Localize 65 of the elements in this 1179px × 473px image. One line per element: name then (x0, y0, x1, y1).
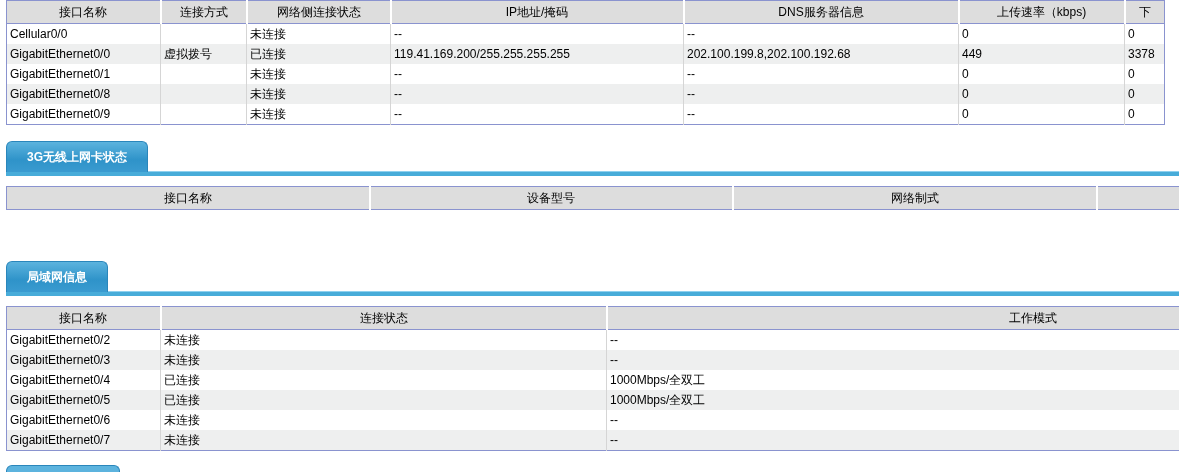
table-cell: 未连接 (246, 64, 391, 84)
table-cell: 0 (958, 64, 1125, 84)
table-cell: 已连接 (160, 370, 607, 390)
table-cell: 3378 (1124, 44, 1165, 64)
table-cell: 未连接 (160, 430, 607, 451)
table-cell: 202.100.199.8,202.100.192.68 (683, 44, 959, 64)
table-cell: GigabitEthernet0/1 (6, 64, 161, 84)
table-cell: 0 (1124, 64, 1165, 84)
table-cell: GigabitEthernet0/9 (6, 104, 161, 125)
column-header: IP地址/掩码 (390, 0, 684, 24)
column-header: 接口名称 (6, 186, 370, 210)
table-cell: GigabitEthernet0/7 (6, 430, 161, 451)
table-cell: -- (683, 23, 959, 44)
table-cell: 未连接 (246, 104, 391, 125)
column-header: DNS服务器信息 (683, 0, 959, 24)
table-cell: 已连接 (246, 44, 391, 64)
table-cell: -- (606, 410, 1179, 430)
table-cell: -- (606, 430, 1179, 451)
table-cell: -- (390, 23, 684, 44)
table-cell: GigabitEthernet0/0 (6, 44, 161, 64)
table-cell: -- (390, 84, 684, 104)
column-header: 连接状态 (160, 306, 607, 330)
table-cell: -- (390, 64, 684, 84)
table-cell: 未连接 (160, 350, 607, 370)
table-cell: 0 (1124, 104, 1165, 125)
table-cell: -- (390, 104, 684, 125)
table-cell: 0 (1124, 84, 1165, 104)
section-tab[interactable] (6, 465, 120, 472)
table-cell: -- (606, 329, 1179, 350)
table-cell: 未连接 (246, 23, 391, 44)
table-cell: GigabitEthernet0/6 (6, 410, 161, 430)
table-cell: GigabitEthernet0/5 (6, 390, 161, 410)
section-tab[interactable]: 3G无线上网卡状态 (6, 141, 148, 172)
table-cell: 未连接 (160, 410, 607, 430)
column-header: 网络制式 (732, 186, 1097, 210)
table-cell: -- (683, 84, 959, 104)
column-header: 设备型号 (369, 186, 733, 210)
table-cell: Cellular0/0 (6, 23, 161, 44)
column-header: 接口名称 (6, 306, 161, 330)
column-header: 网络侧连接状态 (246, 0, 391, 24)
table-cell: GigabitEthernet0/8 (6, 84, 161, 104)
table-cell: 0 (1124, 23, 1165, 44)
table-cell: 119.41.169.200/255.255.255.255 (390, 44, 684, 64)
column-header: 连接方式 (160, 0, 247, 24)
table-cell: 已连接 (160, 390, 607, 410)
table-cell: GigabitEthernet0/3 (6, 350, 161, 370)
column-header: 下 (1124, 0, 1165, 24)
table-cell: 虚拟拨号 (160, 44, 247, 64)
table-cell: 0 (958, 84, 1125, 104)
table-cell: 未连接 (246, 84, 391, 104)
table-cell: GigabitEthernet0/2 (6, 329, 161, 350)
table-cell: 1000Mbps/全双工 (606, 390, 1179, 410)
section-tab[interactable]: 局域网信息 (6, 261, 108, 292)
column-header: 接口名称 (6, 0, 161, 24)
table-cell: 未连接 (160, 329, 607, 350)
column-header: 上传速率（kbps) (958, 0, 1125, 24)
table-cell: 0 (958, 104, 1125, 125)
table-cell: -- (683, 104, 959, 125)
table-cell: -- (683, 64, 959, 84)
table-cell: 449 (958, 44, 1125, 64)
table-cell: -- (606, 350, 1179, 370)
table-cell: 0 (958, 23, 1125, 44)
column-header: 工作模式 (606, 306, 1179, 330)
table-cell: GigabitEthernet0/4 (6, 370, 161, 390)
table-cell: 1000Mbps/全双工 (606, 370, 1179, 390)
